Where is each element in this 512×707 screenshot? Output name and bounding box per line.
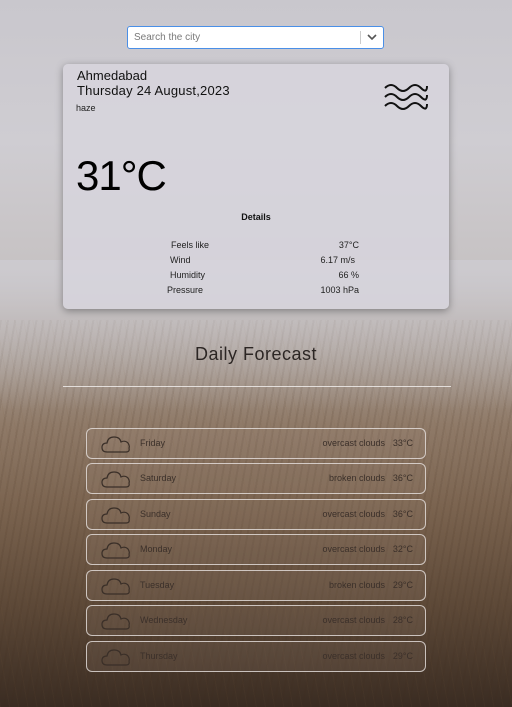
detail-row-feels-like: Feels like 37°C (163, 240, 359, 252)
cloud-icon (101, 649, 130, 666)
forecast-row[interactable]: Saturday broken clouds 36°C (86, 463, 426, 494)
forecast-day: Saturday (140, 473, 177, 483)
detail-label: Pressure (167, 285, 204, 295)
chevron-down-icon (367, 34, 377, 41)
detail-row-humidity: Humidity 66 % (163, 270, 359, 282)
current-temperature: 31°C (76, 152, 167, 199)
forecast-day: Tuesday (140, 580, 175, 590)
current-date: Thursday 24 August,2023 (77, 83, 230, 98)
forecast-description: overcast clouds (322, 509, 385, 519)
city-name: Ahmedabad (77, 68, 148, 83)
forecast-temperature: 36°C (392, 509, 413, 519)
forecast-day: Monday (140, 544, 173, 554)
forecast-description: overcast clouds (322, 544, 385, 554)
cloud-icon (101, 507, 130, 524)
detail-label: Wind (170, 255, 191, 265)
forecast-temperature: 33°C (392, 438, 413, 448)
cloud-icon (101, 471, 130, 488)
forecast-temperature: 28°C (392, 615, 413, 625)
search-input[interactable] (128, 27, 360, 48)
haze-icon (384, 84, 428, 110)
detail-label: Humidity (170, 270, 206, 280)
forecast-day: Friday (140, 438, 166, 448)
forecast-description: overcast clouds (322, 438, 385, 448)
forecast-row[interactable]: Sunday overcast clouds 36°C (86, 499, 426, 530)
divider (63, 386, 451, 387)
forecast-row[interactable]: Wednesday overcast clouds 28°C (86, 605, 426, 636)
forecast-temperature: 36°C (392, 473, 413, 483)
forecast-row[interactable]: Friday overcast clouds 33°C (86, 428, 426, 459)
forecast-temperature: 32°C (392, 544, 413, 554)
forecast-row[interactable]: Thursday overcast clouds 29°C (86, 641, 426, 672)
forecast-description: broken clouds (328, 473, 385, 483)
detail-value: 1003 hPa (320, 285, 359, 295)
forecast-description: overcast clouds (322, 651, 385, 661)
weather-condition: haze (76, 103, 96, 113)
forecast-description: overcast clouds (322, 615, 385, 625)
detail-value: 66 % (338, 270, 359, 280)
forecast-temperature: 29°C (392, 580, 413, 590)
forecast-day: Wednesday (140, 615, 188, 625)
forecast-temperature: 29°C (392, 651, 413, 661)
cloud-icon (101, 613, 130, 630)
detail-value: 6.17 m/s (320, 255, 355, 265)
city-search[interactable] (127, 26, 384, 49)
detail-value: 37°C (338, 240, 359, 250)
detail-row-pressure: Pressure 1003 hPa (163, 285, 359, 297)
forecast-row[interactable]: Monday overcast clouds 32°C (86, 534, 426, 565)
dropdown-toggle[interactable] (361, 27, 383, 48)
details-heading: Details (241, 212, 271, 222)
detail-label: Feels like (171, 240, 210, 250)
cloud-icon (101, 436, 130, 453)
forecast-row[interactable]: Tuesday broken clouds 29°C (86, 570, 426, 601)
detail-row-wind: Wind 6.17 m/s (163, 255, 359, 267)
forecast-description: broken clouds (328, 580, 385, 590)
forecast-day: Thursday (140, 651, 178, 661)
current-weather-card: Ahmedabad Thursday 24 August,2023 haze 3… (63, 64, 449, 309)
daily-forecast-title: Daily Forecast (194, 344, 318, 364)
cloud-icon (101, 578, 130, 595)
forecast-day: Sunday (140, 509, 171, 519)
cloud-icon (101, 542, 130, 559)
